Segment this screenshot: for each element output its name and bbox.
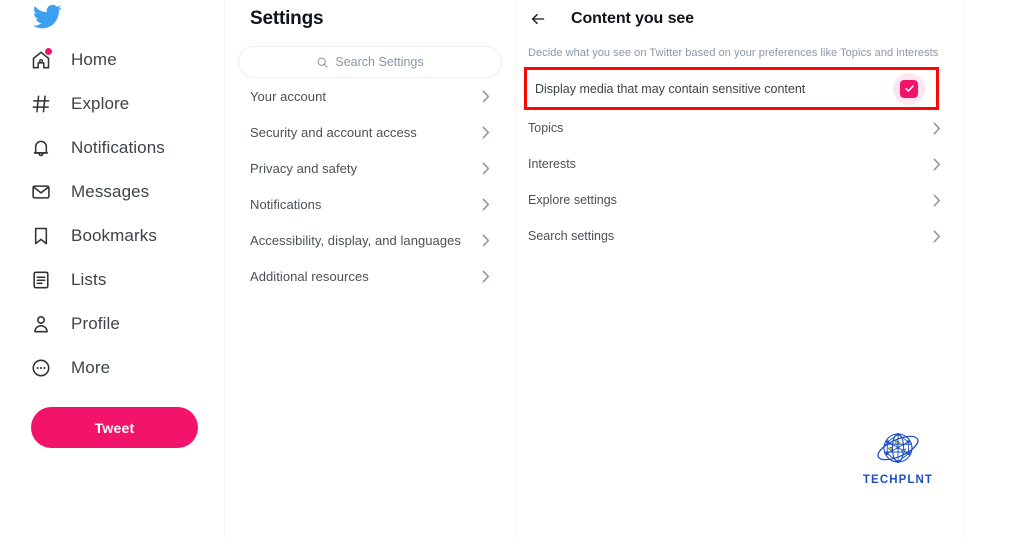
sensitive-content-row-highlight[interactable]: Display media that may contain sensitive… xyxy=(524,67,939,110)
home-icon xyxy=(28,47,54,73)
settings-item-label: Privacy and safety xyxy=(250,160,358,176)
chevron-right-icon xyxy=(933,230,941,242)
bookmark-icon xyxy=(28,223,54,249)
twitter-bird-icon[interactable] xyxy=(30,2,64,32)
globe-network-icon xyxy=(877,432,919,464)
sidebar-item-home[interactable]: Home xyxy=(28,38,224,82)
chevron-right-icon xyxy=(482,126,490,138)
right-gutter xyxy=(964,0,1024,538)
settings-item-security-and-account-access[interactable]: Security and account access xyxy=(238,114,502,150)
settings-item-additional-resources[interactable]: Additional resources xyxy=(238,258,502,294)
home-notification-dot xyxy=(45,48,52,55)
detail-item-interests[interactable]: Interests xyxy=(516,146,963,182)
chevron-right-icon xyxy=(482,162,490,174)
sidebar-item-notifications[interactable]: Notifications xyxy=(28,126,224,170)
checkmark-icon xyxy=(904,85,914,92)
detail-header: Content you see xyxy=(516,0,963,38)
sensitive-content-checkbox[interactable] xyxy=(893,72,925,105)
detail-item-label: Search settings xyxy=(528,229,615,243)
detail-item-search-settings[interactable]: Search settings xyxy=(516,218,963,254)
person-icon xyxy=(28,311,54,337)
settings-item-privacy-and-safety[interactable]: Privacy and safety xyxy=(238,150,502,186)
sidebar-item-messages[interactable]: Messages xyxy=(28,170,224,214)
settings-heading: Settings xyxy=(250,8,324,29)
left-sidebar: Home Explore Notifications Messages Book… xyxy=(0,0,225,538)
detail-item-label: Explore settings xyxy=(528,193,617,207)
settings-column: Settings Search Settings Your account Se… xyxy=(225,0,516,538)
sidebar-item-label: Messages xyxy=(71,182,150,201)
sidebar-item-label: Lists xyxy=(71,270,107,289)
settings-item-label: Notifications xyxy=(250,196,322,212)
hashtag-icon xyxy=(28,91,54,117)
search-icon xyxy=(317,57,328,68)
detail-item-label: Topics xyxy=(528,121,564,135)
sidebar-item-bookmarks[interactable]: Bookmarks xyxy=(28,214,224,258)
chevron-right-icon xyxy=(482,198,490,210)
watermark-text: TECHPLNT xyxy=(862,474,934,486)
settings-item-accessibility-display-and-languages[interactable]: Accessibility, display, and languages xyxy=(238,222,502,258)
sidebar-item-label: More xyxy=(71,358,111,377)
sidebar-item-label: Profile xyxy=(71,314,120,333)
tweet-button[interactable]: Tweet xyxy=(31,407,198,448)
settings-item-label: Accessibility, display, and languages xyxy=(250,232,461,248)
chevron-right-icon xyxy=(933,122,941,134)
watermark: TECHPLNT xyxy=(860,427,936,486)
sidebar-item-more[interactable]: More xyxy=(28,346,224,390)
sidebar-item-label: Home xyxy=(71,50,117,69)
search-settings-input[interactable]: Search Settings xyxy=(238,46,502,78)
sensitive-content-label: Display media that may contain sensitive… xyxy=(535,81,806,96)
bell-icon xyxy=(28,135,54,161)
chevron-right-icon xyxy=(933,158,941,170)
chevron-right-icon xyxy=(482,90,490,102)
settings-item-label: Your account xyxy=(250,88,327,104)
settings-item-your-account[interactable]: Your account xyxy=(238,78,502,114)
sidebar-item-label: Bookmarks xyxy=(71,226,157,245)
sidebar-item-profile[interactable]: Profile xyxy=(28,302,224,346)
sidebar-item-label: Notifications xyxy=(71,138,165,157)
content-you-see-panel: Content you see Decide what you see on T… xyxy=(516,0,964,538)
detail-item-explore-settings[interactable]: Explore settings xyxy=(516,182,963,218)
sidebar-item-lists[interactable]: Lists xyxy=(28,258,224,302)
chevron-right-icon xyxy=(933,194,941,206)
settings-item-label: Security and account access xyxy=(250,124,417,140)
page-title: Content you see xyxy=(571,10,694,27)
chevron-right-icon xyxy=(482,270,490,282)
sidebar-item-label: Explore xyxy=(71,94,130,113)
detail-description: Decide what you see on Twitter based on … xyxy=(528,47,939,59)
settings-item-label: Additional resources xyxy=(250,268,369,284)
checkbox-box xyxy=(900,79,918,98)
sidebar-item-explore[interactable]: Explore xyxy=(28,82,224,126)
twitter-settings-page: Home Explore Notifications Messages Book… xyxy=(0,0,1024,538)
settings-item-notifications[interactable]: Notifications xyxy=(238,186,502,222)
search-settings-placeholder: Search Settings xyxy=(335,55,424,69)
detail-item-topics[interactable]: Topics xyxy=(516,110,963,146)
chevron-right-icon xyxy=(482,234,490,246)
envelope-icon xyxy=(28,179,54,205)
list-icon xyxy=(28,267,54,293)
back-arrow-icon[interactable] xyxy=(528,9,548,29)
detail-item-label: Interests xyxy=(528,157,576,171)
more-circle-icon xyxy=(28,355,54,381)
